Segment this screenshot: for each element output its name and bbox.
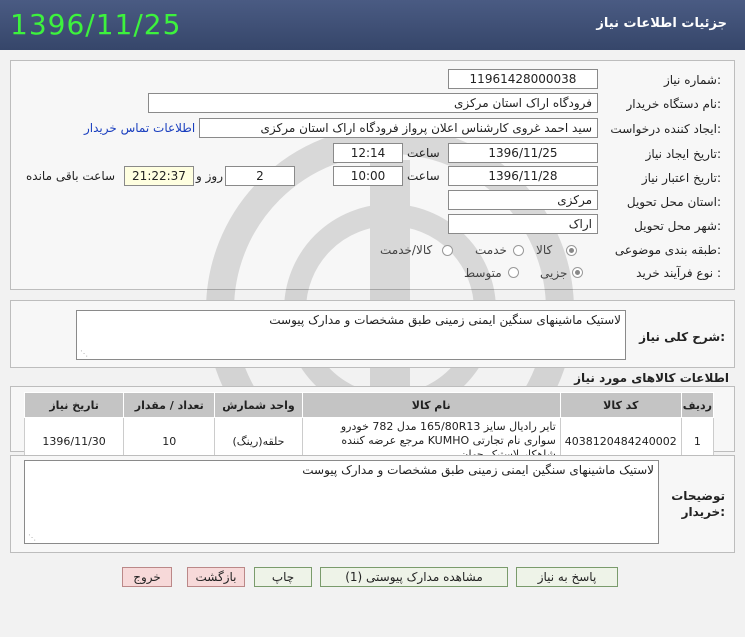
category-goods-radio[interactable] — [566, 245, 577, 256]
date-stamp: 1396/11/25 — [10, 8, 182, 41]
page-title: جزئیات اطلاعات نیاز — [596, 16, 727, 31]
process-medium-label: متوسط — [464, 266, 502, 280]
city-field: اراک — [448, 214, 598, 234]
process-type-label: نوع فرآیند خرید : — [636, 266, 721, 280]
col-unit: واحد شمارش — [214, 392, 303, 418]
category-goods-service-label: کالا/خدمت — [380, 243, 433, 257]
validity-date-field: 1396/11/28 — [448, 166, 598, 186]
buyer-notes-label: توضیحات خریدار: — [671, 489, 725, 519]
province-field: مرکزی — [448, 190, 598, 210]
remaining-days-field: 2 — [225, 166, 295, 186]
created-date-label: تاریخ ایجاد نیاز: — [645, 147, 721, 161]
col-row: ردیف — [680, 392, 715, 418]
resize-grip-icon[interactable]: ⋰ — [28, 533, 36, 542]
summary-label: شرح کلی نیاز: — [639, 330, 725, 344]
requester-label: ایجاد کننده درخواست: — [610, 122, 721, 136]
category-goods-service-radio[interactable] — [442, 245, 453, 256]
buyer-notes-text: لاستیک ماشینهای سنگین ایمنی زمینی طبق مش… — [302, 463, 654, 477]
col-qty: تعداد / مقدار — [123, 392, 216, 418]
need-number-label: شماره نیاز: — [663, 73, 721, 87]
back-button[interactable]: بازگشت — [187, 567, 245, 587]
process-minor-label: جزیی — [540, 266, 568, 280]
summary-text: لاستیک ماشینهای سنگین ایمنی زمینی طبق مش… — [269, 313, 621, 327]
category-goods-label: کالا — [536, 243, 553, 257]
created-time-field: 12:14 — [333, 143, 403, 163]
items-header-row: ردیف کد کالا نام کالا واحد شمارش تعداد /… — [23, 392, 715, 418]
buyer-notes-textarea[interactable]: لاستیک ماشینهای سنگین ایمنی زمینی طبق مش… — [24, 460, 659, 544]
validity-time-label: ساعت — [407, 169, 440, 183]
process-minor-radio[interactable] — [572, 267, 583, 278]
validity-date-label: تاریخ اعتبار نیاز: — [641, 171, 721, 185]
buyer-contact-link[interactable]: اطلاعات تماس خریدار — [84, 121, 195, 135]
category-label: طبقه بندی موضوعی: — [614, 243, 721, 257]
category-service-label: خدمت — [475, 243, 507, 257]
remaining-time-field: 21:22:37 — [124, 166, 194, 186]
created-time-label: ساعت — [407, 146, 440, 160]
created-date-field: 1396/11/25 — [448, 143, 598, 163]
reply-button[interactable]: پاسخ به نیاز — [516, 567, 618, 587]
buyer-org-label: نام دستگاه خریدار: — [626, 97, 722, 111]
resize-grip-icon[interactable]: ⋰ — [80, 349, 88, 358]
remaining-days-label: روز و — [196, 169, 223, 183]
col-name: نام کالا — [301, 392, 561, 418]
validity-time-field: 10:00 — [333, 166, 403, 186]
need-number-field: 11961428000038 — [448, 69, 598, 89]
print-button[interactable]: چاپ — [254, 567, 312, 587]
col-date: تاریخ نیاز — [23, 392, 125, 418]
city-label: شهر محل تحویل: — [634, 219, 721, 233]
items-section-title: اطلاعات کالاهای مورد نیاز — [574, 371, 729, 385]
process-medium-radio[interactable] — [508, 267, 519, 278]
remaining-time-label: ساعت باقی مانده — [26, 169, 116, 183]
view-attachments-button[interactable]: مشاهده مدارک پیوستی (1) — [320, 567, 508, 587]
buyer-org-field: فرودگاه اراک استان مرکزی — [148, 93, 598, 113]
category-service-radio[interactable] — [513, 245, 524, 256]
requester-field: سید احمد غروی کارشناس اعلان پرواز فرودگا… — [199, 118, 598, 138]
province-label: استان محل تحویل: — [626, 195, 721, 209]
summary-textarea[interactable]: لاستیک ماشینهای سنگین ایمنی زمینی طبق مش… — [76, 310, 626, 360]
exit-button[interactable]: خروج — [122, 567, 172, 587]
col-code: کد کالا — [559, 392, 682, 418]
